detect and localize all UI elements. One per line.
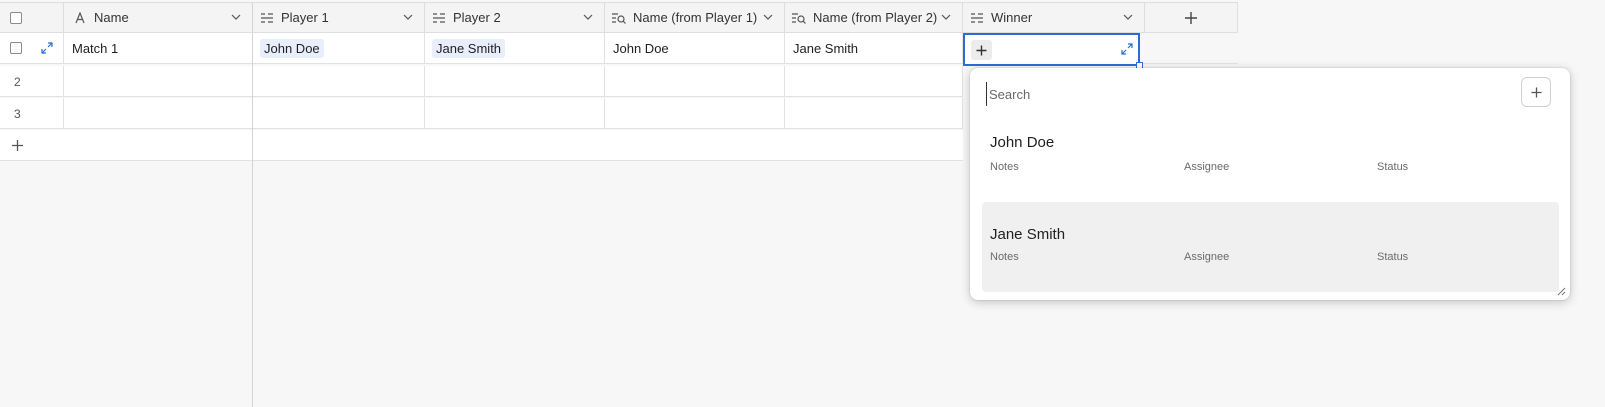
record-field-label: Status — [1377, 161, 1409, 173]
search-input[interactable] — [986, 82, 1486, 106]
select-all-checkbox[interactable] — [10, 12, 22, 24]
cell-text: John Doe — [613, 40, 669, 56]
row-select-cell — [0, 33, 64, 63]
blank-cell — [1145, 33, 1238, 63]
column-header-label: Name — [94, 10, 129, 25]
winner-cell-active[interactable] — [963, 33, 1143, 69]
column-header-label: Player 2 — [453, 10, 501, 25]
column-header-winner[interactable]: Winner — [963, 3, 1145, 32]
linked-record-chip[interactable]: Jane Smith — [432, 38, 506, 58]
row-select-cell[interactable]: 2 — [0, 66, 64, 96]
name-from-player2-cell[interactable] — [785, 66, 963, 96]
text-icon — [72, 10, 88, 26]
linked-record-chip[interactable]: John Doe — [260, 38, 324, 58]
grid-view: Name Player 1 Player 2 Name (from Player… — [0, 0, 1605, 407]
column-header-label: Winner — [991, 10, 1033, 25]
cell-text: Jane Smith — [793, 40, 859, 56]
row-number: 2 — [14, 75, 21, 89]
expand-icon[interactable] — [1121, 43, 1133, 58]
name-from-player1-cell[interactable]: John Doe — [605, 33, 785, 63]
record-field-label: Notes — [990, 161, 1019, 173]
name-cell[interactable]: Match 1 — [64, 33, 253, 63]
record-option[interactable]: John Doe Notes Assignee Status — [982, 112, 1559, 202]
frozen-column-divider — [252, 33, 253, 407]
add-link-button[interactable] — [971, 40, 992, 60]
record-title: John Doe — [990, 134, 1055, 151]
plus-icon — [1185, 11, 1197, 24]
row-number: 3 — [14, 107, 21, 121]
column-header-label: Name (from Player 2) — [813, 10, 938, 25]
plus-icon — [1531, 87, 1541, 97]
column-header-label: Name (from Player 1) — [633, 10, 758, 25]
column-header-player2[interactable]: Player 2 — [425, 3, 605, 32]
chevron-down-icon[interactable] — [940, 11, 952, 23]
record-field-label: Assignee — [1184, 251, 1230, 263]
name-from-player1-cell[interactable] — [605, 98, 785, 128]
select-all-header — [0, 3, 64, 32]
lookup-icon — [611, 10, 627, 26]
chevron-down-icon[interactable] — [1122, 11, 1134, 23]
table-row: 3 — [0, 98, 963, 129]
link-record-icon — [431, 10, 447, 26]
name-cell[interactable] — [64, 66, 253, 96]
column-header-name[interactable]: Name — [64, 3, 253, 32]
record-title: Jane Smith — [990, 226, 1066, 243]
resize-grip-icon[interactable] — [1556, 286, 1566, 296]
player1-cell[interactable] — [253, 98, 425, 128]
column-header-label: Player 1 — [281, 10, 329, 25]
record-option[interactable]: Jane Smith Notes Assignee Status — [982, 202, 1559, 292]
link-record-popover: John Doe Notes Assignee Status Jane Smit… — [970, 68, 1570, 300]
column-header-player1[interactable]: Player 1 — [253, 3, 425, 32]
lookup-icon — [791, 10, 807, 26]
chevron-down-icon[interactable] — [582, 11, 594, 23]
expand-icon[interactable] — [41, 42, 53, 57]
table-row: 2 — [0, 66, 963, 97]
link-record-icon — [969, 10, 985, 26]
name-from-player2-cell[interactable] — [785, 98, 963, 128]
plus-icon — [12, 140, 23, 151]
record-field-label: Assignee — [1184, 161, 1230, 173]
name-from-player1-cell[interactable] — [605, 66, 785, 96]
add-row-button[interactable] — [0, 130, 963, 161]
chevron-down-icon[interactable] — [230, 11, 242, 23]
link-record-icon — [259, 10, 275, 26]
row-select-cell[interactable]: 3 — [0, 98, 64, 128]
add-column-button[interactable] — [1145, 2, 1238, 33]
grid-header: Name Player 1 Player 2 Name (from Player… — [0, 2, 1238, 33]
create-record-button[interactable] — [1521, 77, 1551, 107]
plus-icon — [976, 45, 987, 55]
record-field-label: Notes — [990, 251, 1019, 263]
player1-cell[interactable] — [253, 66, 425, 96]
chevron-down-icon[interactable] — [762, 11, 774, 23]
player1-cell[interactable]: John Doe — [253, 33, 425, 63]
column-header-name-from-player1[interactable]: Name (from Player 1) — [605, 3, 785, 32]
name-cell[interactable] — [64, 98, 253, 128]
player2-cell[interactable]: Jane Smith — [425, 33, 605, 63]
player2-cell[interactable] — [425, 66, 605, 96]
cell-text: Match 1 — [72, 40, 119, 56]
chevron-down-icon[interactable] — [402, 11, 414, 23]
name-from-player2-cell[interactable]: Jane Smith — [785, 33, 963, 63]
column-header-name-from-player2[interactable]: Name (from Player 2) — [785, 3, 963, 32]
player2-cell[interactable] — [425, 98, 605, 128]
row-checkbox[interactable] — [10, 42, 22, 54]
record-field-label: Status — [1377, 251, 1409, 263]
